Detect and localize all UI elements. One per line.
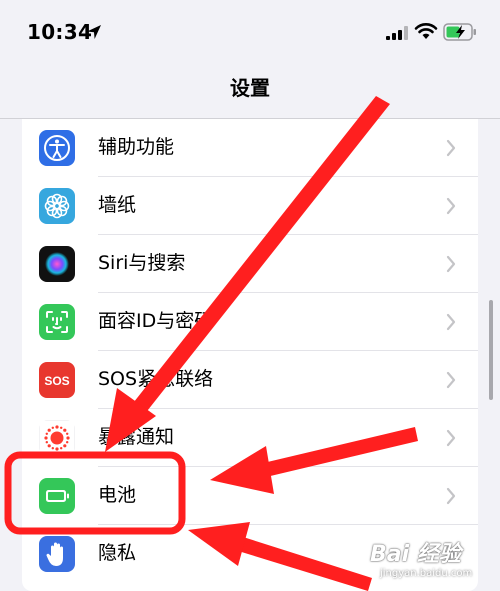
- settings-row-label: 电池: [98, 484, 137, 506]
- privacy-hand-icon: [39, 536, 75, 572]
- sos-icon: SOS: [39, 362, 75, 398]
- location-arrow-icon: [87, 25, 101, 39]
- settings-row-label: SOS紧急联络: [98, 368, 214, 390]
- sos-badge-text: SOS: [44, 374, 69, 388]
- scrollbar[interactable]: [489, 300, 493, 400]
- settings-row-emergency-sos[interactable]: SOS SOS紧急联络: [22, 351, 478, 409]
- settings-row-face-id[interactable]: 面容ID与密码: [22, 293, 478, 351]
- status-time: 10:34: [27, 20, 93, 44]
- settings-row-accessibility[interactable]: 辅助功能: [22, 119, 478, 177]
- chevron-right-icon: [446, 487, 456, 505]
- wifi-icon: [414, 23, 438, 39]
- accessibility-icon: [39, 130, 75, 166]
- chevron-right-icon: [446, 255, 456, 273]
- wallpaper-flower-icon: [39, 188, 75, 224]
- settings-row-siri[interactable]: Siri与搜索: [22, 235, 478, 293]
- chevron-right-icon: [446, 197, 456, 215]
- baidu-watermark: Bai 经验 jingyan.baidu.com: [370, 528, 494, 588]
- chevron-right-icon: [446, 429, 456, 447]
- settings-row-battery[interactable]: 电池: [22, 467, 478, 525]
- page-title: 设置: [230, 76, 270, 100]
- watermark-brand: Bai 经验: [370, 542, 461, 567]
- settings-row-wallpaper[interactable]: 墙纸: [22, 177, 478, 235]
- siri-icon: [39, 246, 75, 282]
- battery-icon: [39, 478, 75, 514]
- settings-row-label: 暴露通知: [98, 426, 175, 448]
- exposure-notification-icon: [39, 420, 75, 456]
- settings-row-label: Siri与搜索: [98, 252, 186, 274]
- chevron-right-icon: [446, 139, 456, 157]
- battery-status-icon: [443, 23, 476, 41]
- settings-row-label: 墙纸: [98, 194, 137, 216]
- settings-list: 辅助功能 墙纸 Siri与搜索 面容ID与密码 SOS SOS紧急联络 暴露通知…: [22, 119, 478, 591]
- settings-row-label: 辅助功能: [98, 136, 175, 158]
- face-id-icon: [39, 304, 75, 340]
- watermark-url: jingyan.baidu.com: [380, 568, 473, 579]
- chevron-right-icon: [446, 313, 456, 331]
- settings-row-exposure-notifications[interactable]: 暴露通知: [22, 409, 478, 467]
- status-bar: 10:34: [0, 0, 500, 62]
- settings-row-label: 隐私: [98, 542, 137, 564]
- settings-row-label: 面容ID与密码: [98, 310, 214, 332]
- chevron-right-icon: [446, 371, 456, 389]
- cellular-signal-icon: [386, 26, 408, 40]
